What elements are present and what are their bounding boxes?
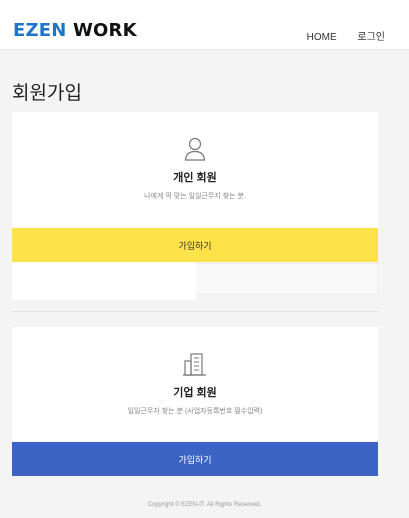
nav-home-link[interactable]: HOME — [307, 32, 337, 43]
section-divider — [12, 311, 378, 312]
page-title: 회원가입 — [12, 82, 82, 104]
company-signup-button[interactable]: 가입하기 — [12, 442, 378, 476]
personal-member-title: 개인 회원 — [173, 172, 217, 184]
top-header: EZEN WORK HOME 로그인 — [0, 0, 409, 50]
personal-member-description: 나에게 딱 맞는 일일근무지 찾는 분. — [144, 193, 246, 200]
building-icon — [183, 353, 206, 376]
company-member-description: 일일근무자 찾는 분 (사업자등록번호 필수입력) — [127, 408, 263, 415]
logo-ezen: EZEN — [13, 20, 67, 41]
logo[interactable]: EZEN WORK — [13, 22, 137, 40]
personal-signup-button[interactable]: 가입하기 — [12, 228, 378, 262]
logo-work: WORK — [72, 20, 137, 41]
empty-block — [12, 262, 196, 300]
company-member-title: 기업 회원 — [173, 387, 217, 399]
person-icon — [184, 137, 206, 161]
company-member-card: 기업 회원 일일근무자 찾는 분 (사업자등록번호 필수입력) — [12, 327, 378, 442]
personal-member-card: 개인 회원 나에게 딱 맞는 일일근무지 찾는 분. — [12, 112, 378, 228]
footer-copyright: Copyright © EZEN-IT. All Rights Reserved… — [147, 502, 262, 508]
top-nav: HOME 로그인 — [289, 28, 385, 43]
nav-login-link[interactable]: 로그인 — [357, 32, 385, 43]
